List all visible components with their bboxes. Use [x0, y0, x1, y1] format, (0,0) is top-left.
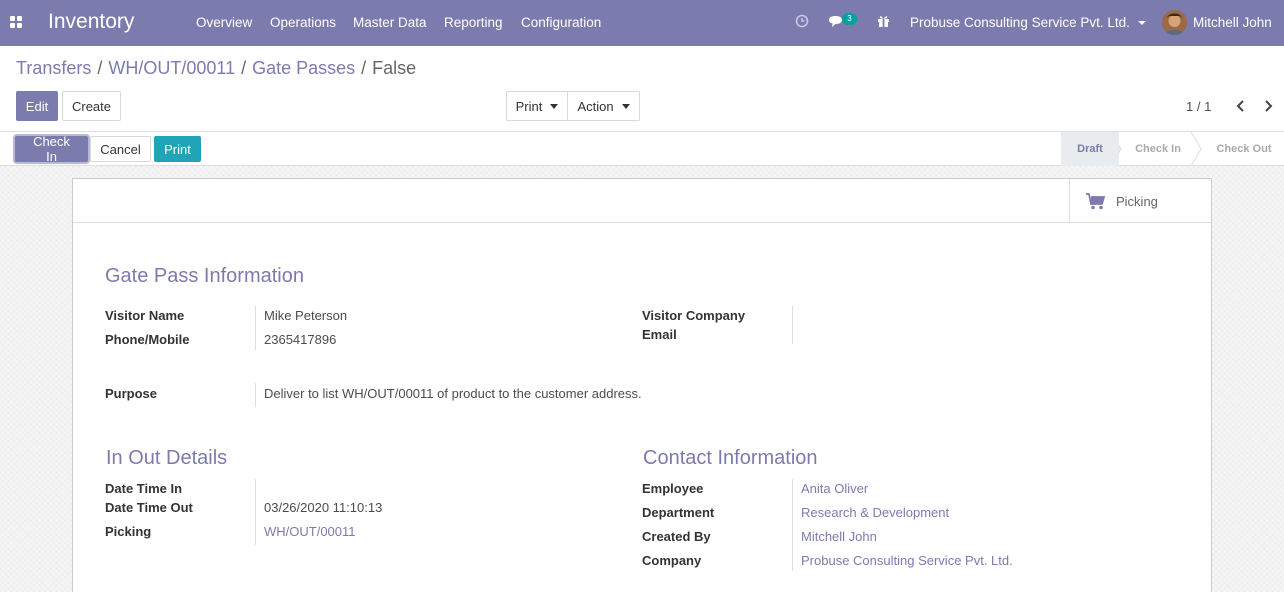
check-in-button[interactable]: Check In [15, 134, 88, 164]
department-link[interactable]: Research & Development [801, 505, 949, 520]
gift-icon[interactable] [877, 14, 890, 28]
created-by-link[interactable]: Mitchell John [801, 529, 877, 544]
menu-overview[interactable]: Overview [196, 15, 252, 30]
breadcrumb-picking[interactable]: WH/OUT/00011 [108, 58, 235, 78]
button-box: Picking [73, 179, 1211, 223]
action-dropdown[interactable]: Action [567, 91, 640, 121]
messages-count-badge: 3 [842, 13, 857, 25]
stage-check-out[interactable]: Check Out [1204, 132, 1284, 166]
pager-value[interactable]: 1 / 1 [1186, 99, 1211, 114]
apps-menu-icon[interactable] [10, 16, 23, 28]
pager-next-icon[interactable] [1262, 99, 1274, 113]
breadcrumb: Transfers / WH/OUT/00011/Gate Passes / False [16, 58, 417, 78]
field-divider [255, 479, 256, 545]
company-link[interactable]: Probuse Consulting Service Pvt. Ltd. [801, 553, 1013, 568]
print-dropdown[interactable]: Print [506, 91, 568, 121]
field-divider [792, 306, 793, 344]
date-out-value: 03/26/2020 11:10:13 [264, 500, 383, 515]
print-button[interactable]: Print [154, 136, 201, 162]
create-button[interactable]: Create [62, 91, 121, 121]
top-navbar: Inventory Overview Operations Master Dat… [0, 0, 1284, 46]
cancel-button[interactable]: Cancel [90, 136, 151, 162]
visitor-name-label: Visitor Name [105, 308, 185, 323]
pager-previous-icon[interactable] [1235, 99, 1247, 113]
breadcrumb-gate-passes[interactable]: Gate Passes [252, 58, 355, 78]
contact-heading: Contact Information [643, 447, 818, 469]
app-title[interactable]: Inventory [48, 10, 134, 34]
truck-icon [1086, 192, 1106, 209]
stage-indicator: Draft Check In Check Out [1061, 132, 1284, 166]
menu-reporting[interactable]: Reporting [444, 15, 503, 30]
menu-configuration[interactable]: Configuration [521, 15, 601, 30]
created-by-label: Created By [642, 529, 711, 544]
breadcrumb-current: False [372, 58, 417, 78]
department-label: Department [642, 505, 715, 520]
stage-check-in[interactable]: Check In [1123, 132, 1193, 166]
purpose-label: Purpose [105, 386, 158, 401]
company-label: Company [642, 553, 702, 568]
breadcrumb-transfers[interactable]: Transfers [16, 58, 91, 78]
visitor-company-label: Visitor Company [642, 308, 746, 323]
stage-draft[interactable]: Draft [1061, 132, 1119, 166]
email-label: Email [642, 327, 677, 342]
in-out-heading: In Out Details [106, 447, 228, 469]
picking-smart-button[interactable]: Picking [1069, 179, 1211, 223]
activity-clock-icon[interactable] [795, 14, 809, 28]
menu-master-data[interactable]: Master Data [353, 15, 427, 30]
employee-label: Employee [642, 481, 704, 496]
picking-link[interactable]: WH/OUT/00011 [264, 524, 356, 539]
user-menu[interactable]: Mitchell John [1193, 15, 1272, 30]
phone-value: 2365417896 [264, 332, 337, 347]
edit-button[interactable]: Edit [16, 91, 58, 121]
purpose-value: Deliver to list WH/OUT/00011 of product … [264, 386, 642, 401]
employee-link[interactable]: Anita Oliver [801, 481, 868, 496]
date-in-label: Date Time In [105, 481, 183, 496]
gate-pass-heading: Gate Pass Information [105, 265, 304, 287]
field-divider [792, 479, 793, 571]
visitor-name-value: Mike Peterson [264, 308, 348, 323]
picking-label: Picking [105, 524, 152, 539]
user-avatar[interactable] [1162, 10, 1187, 35]
picking-smart-label: Picking [1116, 193, 1158, 209]
field-divider [255, 383, 256, 407]
company-switcher[interactable]: Probuse Consulting Service Pvt. Ltd. [910, 15, 1146, 30]
menu-operations[interactable]: Operations [270, 15, 336, 30]
phone-label: Phone/Mobile [105, 332, 190, 347]
date-out-label: Date Time Out [105, 500, 193, 515]
field-divider [255, 306, 256, 350]
